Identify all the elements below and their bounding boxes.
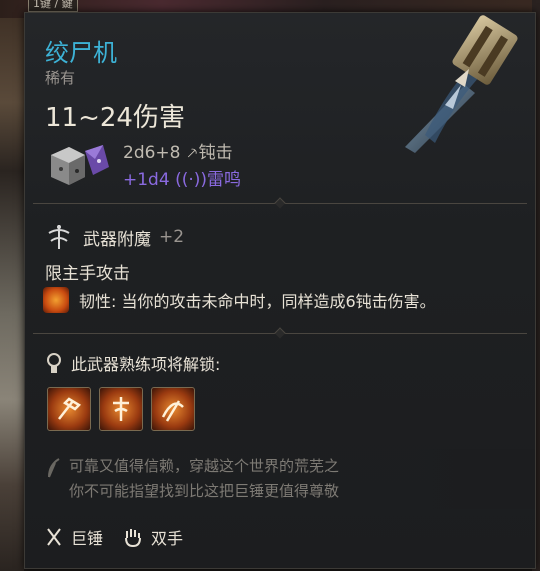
weapon-tags: 巨锤 双手 (45, 525, 203, 549)
damage-line-thunder: +1d4 ((·))雷鸣 (123, 165, 241, 190)
thunder-icon: ((·)) (175, 170, 208, 190)
game-background-left (0, 0, 24, 571)
tag-label-maul: 巨锤 (71, 529, 104, 548)
damage-type-1: 钝击 (198, 143, 233, 163)
damage-type-2: 雷鸣 (207, 170, 242, 190)
weapon-illustration-icon (405, 15, 518, 153)
toughness-text: 韧性: 当你的攻击未命中时，同样造成6钝击伤害。 (79, 292, 436, 311)
blunt-icon: ⸕ (185, 143, 199, 163)
toughness-icon (43, 287, 69, 313)
item-rarity: 稀有 (45, 69, 76, 87)
damage-line-blunt: 2d6+8 ⸕钝击 (123, 138, 233, 163)
hotkey-label: 1键 / 鍵 (28, 0, 78, 12)
enchant-row: 武器附魔 +2 (45, 223, 184, 251)
damage-dice-1: 2d6+8 (123, 143, 181, 163)
dice-icon (51, 145, 109, 185)
tag-label-two-handed: 双手 (151, 529, 184, 548)
proficiency-label: 此武器熟练项将解锁: (71, 355, 221, 374)
maul-icon (47, 528, 61, 546)
lock-icon (47, 353, 61, 373)
action-icons (47, 387, 195, 431)
tag-maul: 巨锤 (45, 525, 103, 549)
flavor-text-line-1: 可靠又值得信赖，穿越这个世界的荒芜之 (69, 457, 340, 475)
enchant-label: 武器附魔 (83, 229, 151, 250)
section-divider (33, 203, 527, 204)
flavor-text-line-2: 你不可能指望找到比这把巨锤更值得尊敬 (69, 482, 340, 500)
action-icon-2[interactable] (99, 387, 143, 431)
tag-two-handed: 双手 (123, 525, 183, 549)
damage-range: 11~24伤害 (45, 103, 185, 133)
enchant-value: +2 (159, 227, 185, 247)
quill-icon (48, 458, 60, 478)
toughness-row[interactable]: 韧性: 当你的攻击未命中时，同样造成6钝击伤害。 (43, 287, 436, 313)
damage-dice-2: +1d4 (123, 170, 170, 190)
two-hand-icon (125, 529, 142, 548)
enchant-icon (48, 225, 70, 249)
section-divider (33, 333, 527, 334)
flavor-fade (385, 449, 535, 509)
proficiency-row: 此武器熟练项将解锁: (45, 351, 220, 375)
action-icon-3[interactable] (151, 387, 195, 431)
item-name: 绞尸机 (45, 39, 117, 67)
restriction-text: 限主手攻击 (45, 264, 130, 284)
item-tooltip: 绞尸机 稀有 11~24伤害 2d6+8 ⸕钝击 +1d4 ((·))雷鸣 武器… (24, 12, 536, 569)
action-icon-1[interactable] (47, 387, 91, 431)
